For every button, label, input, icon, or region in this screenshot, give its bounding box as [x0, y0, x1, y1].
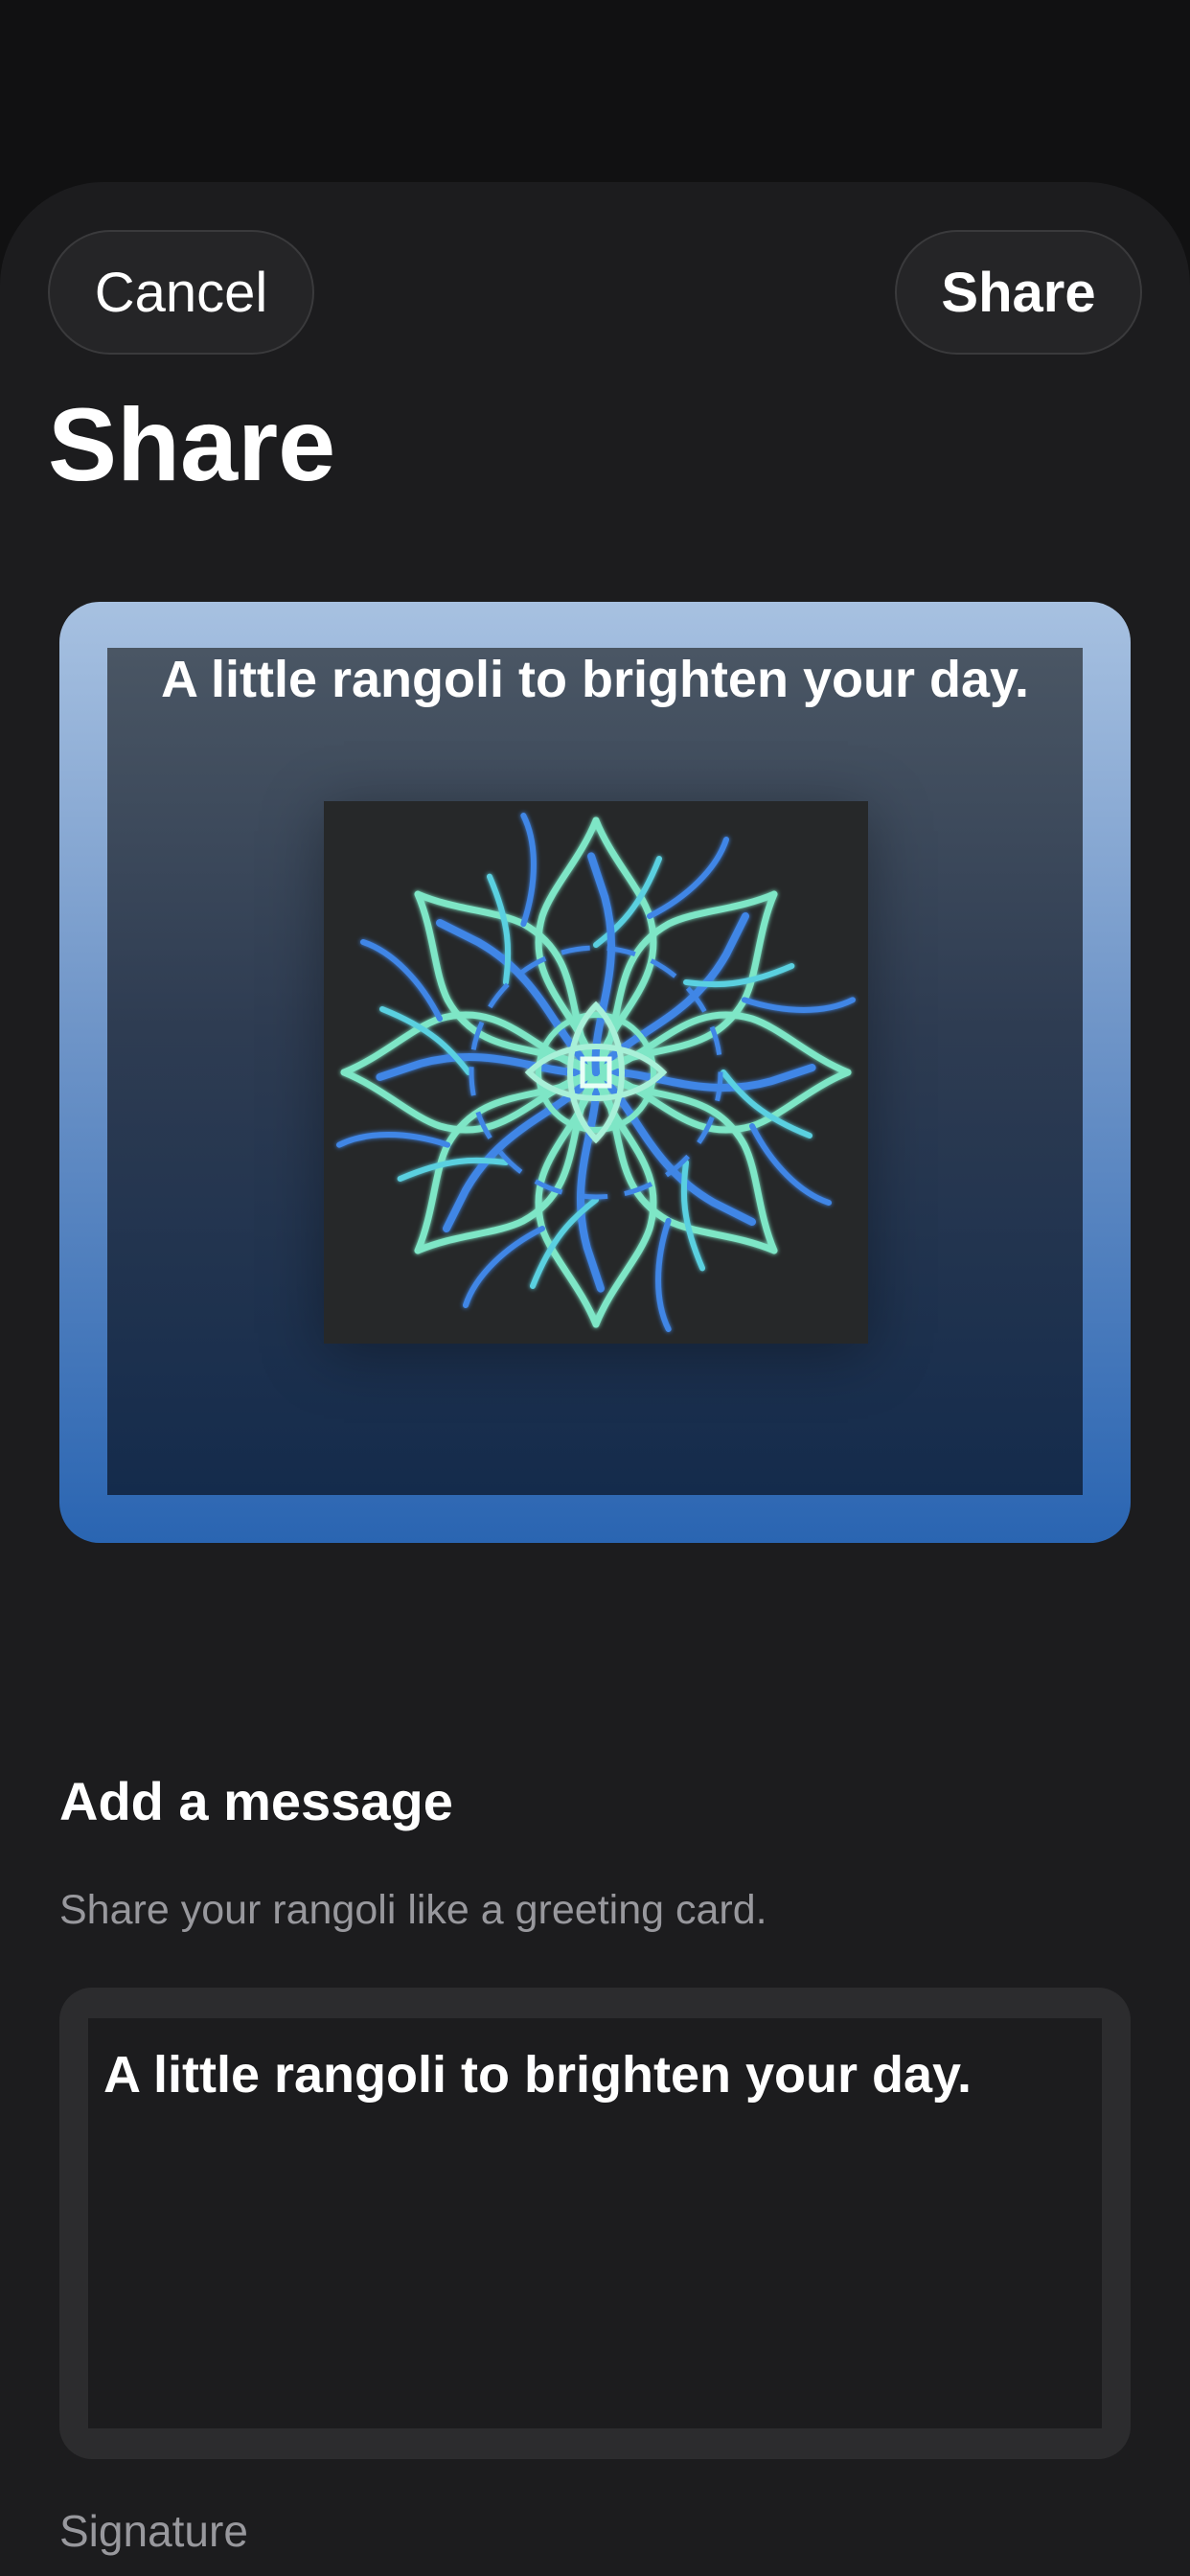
message-textarea[interactable]: A little rangoli to brighten your day.	[88, 2018, 1102, 2428]
add-message-subtitle: Share your rangoli like a greeting card.	[59, 1887, 767, 1933]
share-button[interactable]: Share	[895, 230, 1142, 355]
share-sheet: Cancel Share Share A little rangoli to b…	[0, 182, 1190, 2576]
greeting-card-inner: A little rangoli to brighten your day.	[107, 648, 1083, 1495]
message-editor-container: A little rangoli to brighten your day.	[59, 1988, 1131, 2459]
page-title: Share	[48, 386, 336, 502]
signature-label: Signature	[59, 2506, 248, 2556]
card-message-text: A little rangoli to brighten your day.	[160, 651, 1030, 708]
greeting-card-preview: A little rangoli to brighten your day.	[59, 602, 1131, 1543]
cancel-button[interactable]: Cancel	[48, 230, 314, 355]
rangoli-pattern	[324, 801, 868, 1344]
rangoli-artwork	[324, 801, 868, 1344]
add-message-heading: Add a message	[59, 1771, 453, 1831]
rangoli-image	[324, 801, 868, 1344]
